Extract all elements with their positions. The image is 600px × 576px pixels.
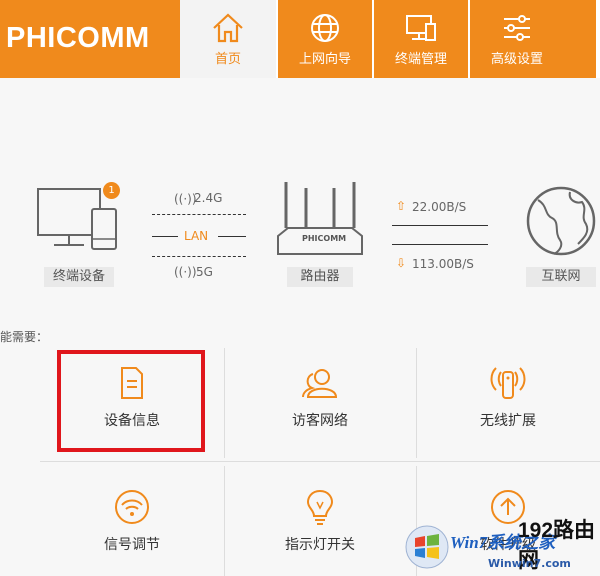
watermark-url: Winwin7.com: [488, 557, 571, 570]
lan-line-left: [152, 236, 178, 237]
terminal-count-badge: 1: [103, 182, 120, 199]
wireless-extend-icon: [490, 367, 526, 399]
upload-arrow-icon: ⇧: [396, 199, 407, 213]
router-icon[interactable]: [272, 178, 368, 262]
download-speed: 113.00B/S: [412, 257, 474, 271]
signal-adjust-icon: [115, 490, 149, 524]
sliders-icon: [504, 15, 530, 41]
terminal-device-label: 终端设备: [44, 267, 114, 287]
home-icon: [213, 13, 243, 43]
windows-logo-icon: [405, 525, 449, 569]
tile-signal-adjust-label: 信号调节: [104, 537, 160, 553]
nav-home-label: 首页: [214, 52, 241, 67]
devices-icon: [406, 15, 436, 41]
internet-globe-icon[interactable]: [524, 184, 598, 258]
wan-line-top: [392, 225, 488, 226]
nav-devices[interactable]: 终端管理: [374, 0, 468, 78]
link-line-24: [152, 214, 246, 215]
wifi-5g-icon: ((·)): [174, 265, 197, 279]
nav-devices-label: 终端管理: [394, 52, 447, 67]
highlight-box: [57, 350, 205, 452]
nav-advanced-label: 高级设置: [490, 52, 543, 67]
link-line-5g: [152, 256, 246, 257]
tile-wireless-extend-label: 无线扩展: [480, 413, 536, 429]
tile-guest-network-label: 访客网络: [292, 413, 348, 429]
band-24-label: 2.4G: [194, 191, 223, 205]
download-arrow-icon: ⇩: [396, 256, 407, 270]
brand-logo: PHICOMM: [6, 22, 150, 54]
nav-wizard[interactable]: 上网向导: [278, 0, 372, 78]
section-title: 能需要：: [0, 330, 49, 344]
lan-label: LAN: [184, 229, 209, 243]
tile-wireless-extend[interactable]: 无线扩展: [416, 362, 600, 430]
nav-home[interactable]: 首页: [180, 0, 276, 78]
nav-edge: [596, 0, 600, 78]
nav-wizard-label: 上网向导: [298, 52, 351, 67]
nav-advanced[interactable]: 高级设置: [470, 0, 564, 78]
globe-icon: [311, 14, 339, 42]
band-5g-label: 5G: [196, 265, 213, 279]
tile-led-switch-label: 指示灯开关: [285, 537, 355, 553]
bulb-icon: [306, 489, 334, 525]
tile-led-switch[interactable]: 指示灯开关: [224, 488, 416, 554]
wan-line-bottom: [392, 244, 488, 245]
guest-users-icon: [302, 369, 338, 398]
router-brand: PHICOMM: [302, 234, 347, 243]
internet-label: 互联网: [526, 267, 596, 287]
upload-speed: 22.00B/S: [412, 200, 467, 214]
grid-divider: [40, 461, 600, 462]
tile-guest-network[interactable]: 访客网络: [224, 366, 416, 430]
router-label: 路由器: [287, 267, 353, 287]
lan-line-right: [218, 236, 246, 237]
tile-signal-adjust[interactable]: 信号调节: [40, 488, 224, 554]
